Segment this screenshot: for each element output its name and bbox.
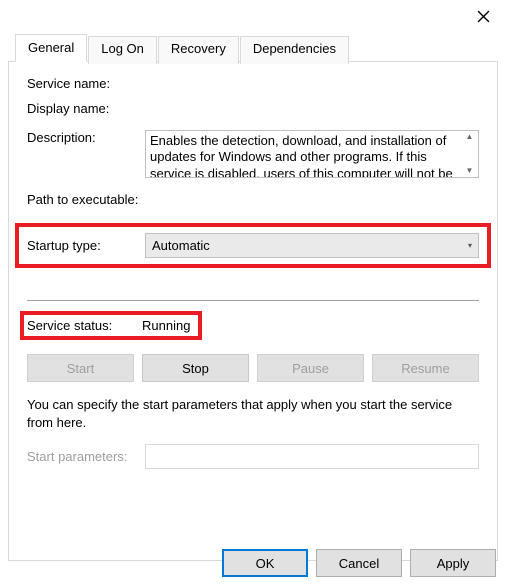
service-status-value: Running — [142, 318, 190, 333]
divider — [27, 300, 479, 301]
description-label: Description: — [27, 130, 145, 145]
close-icon — [477, 10, 490, 23]
startup-type-select[interactable]: Automatic ▾ — [145, 233, 479, 258]
resume-button: Resume — [372, 354, 479, 382]
description-scrollbar[interactable]: ▲ ▼ — [461, 131, 478, 177]
service-control-buttons: Start Stop Pause Resume — [27, 354, 479, 382]
tab-logon[interactable]: Log On — [88, 36, 157, 64]
scroll-down-icon[interactable]: ▼ — [461, 165, 478, 177]
chevron-down-icon: ▾ — [468, 241, 472, 250]
tab-general[interactable]: General — [15, 34, 87, 62]
start-button: Start — [27, 354, 134, 382]
path-label: Path to executable: — [27, 192, 145, 207]
cancel-button[interactable]: Cancel — [316, 549, 402, 577]
start-parameters-label: Start parameters: — [27, 449, 145, 464]
apply-button[interactable]: Apply — [410, 549, 496, 577]
start-parameters-input — [145, 444, 479, 469]
ok-button[interactable]: OK — [222, 549, 308, 577]
startup-type-label: Startup type: — [27, 238, 145, 253]
start-parameters-hint: You can specify the start parameters tha… — [27, 396, 479, 432]
service-status-highlight: Service status: Running — [20, 311, 202, 340]
scroll-up-icon[interactable]: ▲ — [461, 131, 478, 143]
pause-button: Pause — [257, 354, 364, 382]
description-text: Enables the detection, download, and ins… — [150, 133, 474, 178]
startup-type-value: Automatic — [152, 238, 210, 253]
tab-strip: General Log On Recovery Dependencies — [15, 34, 350, 62]
general-tab-content: Service name: Display name: Description:… — [9, 62, 497, 479]
startup-type-highlight: Startup type: Automatic ▾ — [15, 223, 491, 268]
service-status-label: Service status: — [27, 318, 142, 333]
properties-panel: General Log On Recovery Dependencies Ser… — [8, 61, 498, 561]
titlebar — [0, 0, 506, 32]
close-button[interactable] — [460, 0, 506, 32]
service-name-label: Service name: — [27, 76, 145, 91]
tab-recovery[interactable]: Recovery — [158, 36, 239, 64]
display-name-label: Display name: — [27, 101, 145, 116]
description-box: Enables the detection, download, and ins… — [145, 130, 479, 178]
stop-button[interactable]: Stop — [142, 354, 249, 382]
dialog-footer: OK Cancel Apply — [222, 549, 496, 577]
tab-dependencies[interactable]: Dependencies — [240, 36, 349, 64]
